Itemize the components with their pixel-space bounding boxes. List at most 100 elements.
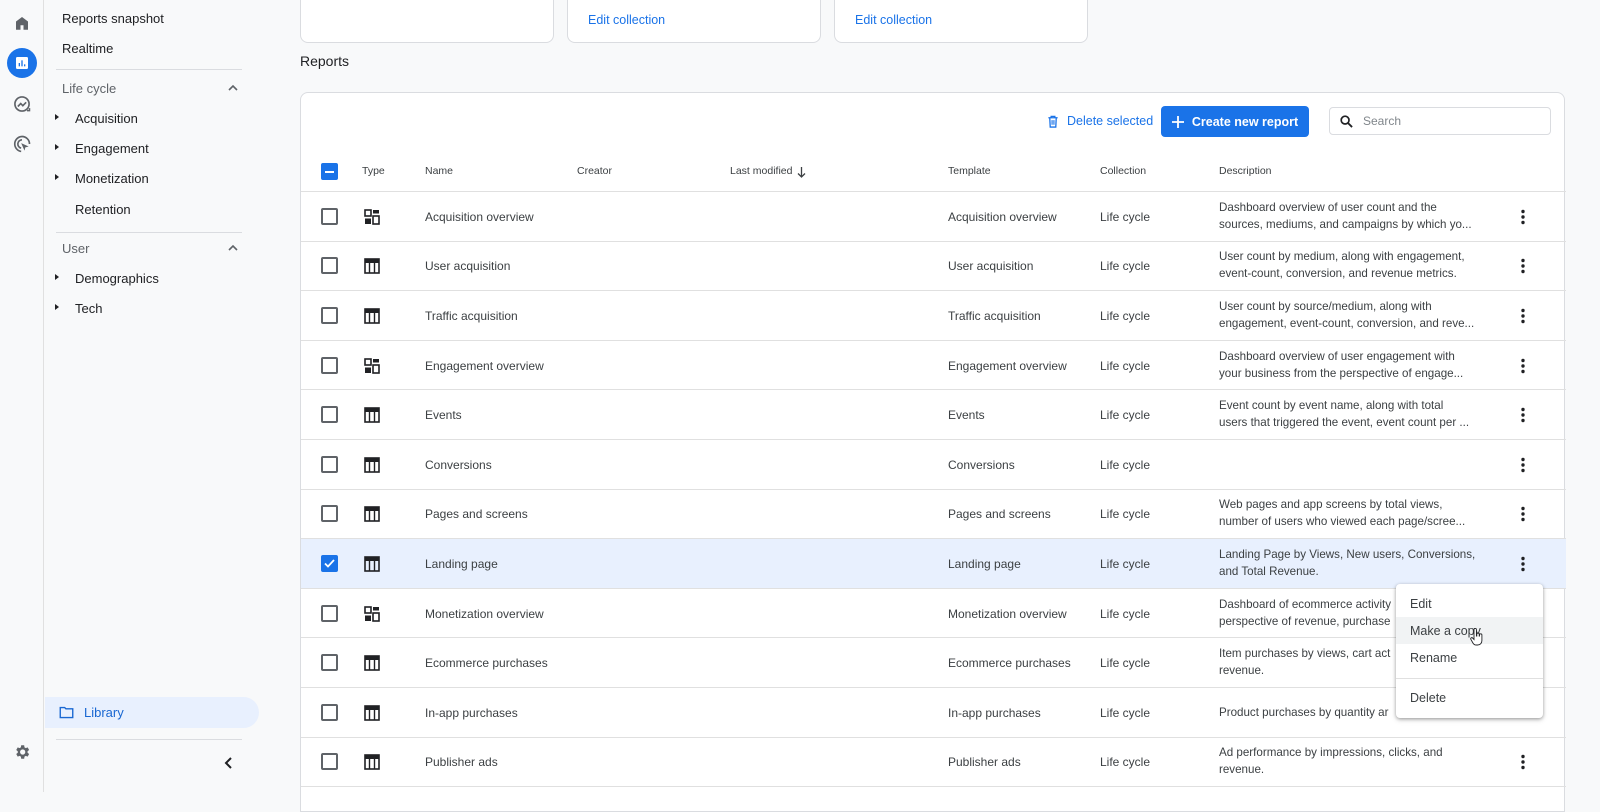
- collection-card[interactable]: [300, 0, 554, 43]
- nav-section-life-cycle[interactable]: Life cycle: [62, 81, 116, 96]
- nav-demographics[interactable]: Demographics: [75, 271, 159, 286]
- explore-icon[interactable]: [7, 89, 37, 119]
- column-collection[interactable]: Collection: [1100, 165, 1146, 177]
- column-type[interactable]: Type: [362, 165, 385, 177]
- select-all-checkbox[interactable]: [321, 163, 338, 180]
- description-line: your business from the perspective of en…: [1219, 366, 1464, 380]
- search-input[interactable]: [1363, 114, 1533, 128]
- description-line: sources, mediums, and campaigns by which…: [1219, 217, 1472, 231]
- report-name[interactable]: Ecommerce purchases: [425, 656, 548, 670]
- table-row[interactable]: Traffic acquisition Traffic acquisition Li…: [301, 291, 1566, 341]
- nav-library[interactable]: Library: [45, 697, 259, 728]
- report-name[interactable]: Publisher ads: [425, 755, 498, 769]
- nav-reports-snapshot[interactable]: Reports snapshot: [62, 11, 164, 26]
- row-context-menu: Edit Make a copy Rename Delete: [1396, 584, 1543, 718]
- expand-triangle-icon[interactable]: [55, 304, 59, 310]
- table-row[interactable]: Publisher ads Publisher ads Life cycle Ad p…: [301, 738, 1566, 788]
- nav-retention[interactable]: Retention: [75, 202, 131, 217]
- report-name[interactable]: Landing page: [425, 557, 498, 571]
- row-checkbox[interactable]: [321, 604, 338, 622]
- nav-realtime[interactable]: Realtime: [62, 41, 113, 56]
- table-row[interactable]: Conversions Conversions Life cycle: [301, 440, 1566, 490]
- report-name[interactable]: Conversions: [425, 458, 492, 472]
- menu-item-delete[interactable]: Delete: [1396, 684, 1543, 711]
- column-template[interactable]: Template: [948, 165, 991, 177]
- table-row[interactable]: Engagement overview Engagement overview Li…: [301, 341, 1566, 391]
- chevron-up-icon[interactable]: [227, 242, 239, 254]
- table-row[interactable]: Monetization overview Monetization overvi…: [301, 589, 1566, 639]
- more-vert-icon[interactable]: [1521, 407, 1525, 423]
- nav-engagement[interactable]: Engagement: [75, 141, 149, 156]
- advertising-icon[interactable]: [7, 129, 37, 159]
- menu-item-rename[interactable]: Rename: [1396, 644, 1543, 671]
- row-checkbox[interactable]: [321, 406, 338, 424]
- icon-rail: [0, 0, 44, 792]
- expand-triangle-icon[interactable]: [55, 174, 59, 180]
- row-checkbox[interactable]: [321, 753, 338, 771]
- report-collection: Life cycle: [1100, 408, 1151, 423]
- row-checkbox[interactable]: [321, 306, 338, 324]
- report-name[interactable]: Pages and screens: [425, 507, 528, 521]
- delete-selected-button[interactable]: Delete selected: [1047, 114, 1153, 128]
- nav-monetization[interactable]: Monetization: [75, 171, 149, 186]
- collection-card[interactable]: Edit collection: [834, 0, 1088, 43]
- row-checkbox[interactable]: [321, 654, 338, 672]
- nav-section-user[interactable]: User: [62, 241, 89, 256]
- report-collection: Life cycle: [1100, 606, 1151, 621]
- more-vert-icon[interactable]: [1521, 358, 1525, 374]
- table-row[interactable]: User acquisition User acquisition Life cyc…: [301, 242, 1566, 292]
- edit-collection-link[interactable]: Edit collection: [855, 13, 932, 27]
- more-vert-icon[interactable]: [1521, 556, 1525, 572]
- more-vert-icon[interactable]: [1521, 506, 1525, 522]
- more-vert-icon[interactable]: [1521, 457, 1525, 473]
- overview-report-icon: [364, 357, 380, 374]
- row-checkbox[interactable]: [321, 554, 338, 572]
- expand-triangle-icon[interactable]: [55, 114, 59, 120]
- home-icon[interactable]: [7, 8, 37, 38]
- report-description: Landing Page by Views, New users, Conver…: [1219, 546, 1491, 580]
- report-name[interactable]: Monetization overview: [425, 607, 544, 621]
- more-vert-icon[interactable]: [1521, 209, 1525, 225]
- column-name[interactable]: Name: [425, 165, 453, 177]
- report-name[interactable]: Events: [425, 408, 462, 422]
- gear-icon[interactable]: [7, 737, 37, 767]
- row-checkbox[interactable]: [321, 455, 338, 473]
- more-vert-icon[interactable]: [1521, 258, 1525, 274]
- expand-triangle-icon[interactable]: [55, 144, 59, 150]
- expand-triangle-icon[interactable]: [55, 274, 59, 280]
- menu-item-edit[interactable]: Edit: [1396, 590, 1543, 617]
- more-vert-icon[interactable]: [1521, 308, 1525, 324]
- column-last-modified[interactable]: Last modified: [730, 165, 792, 177]
- report-name[interactable]: In-app purchases: [425, 706, 518, 720]
- edit-collection-link[interactable]: Edit collection: [588, 13, 665, 27]
- collection-card[interactable]: Edit collection: [567, 0, 821, 43]
- table-row[interactable]: In-app purchases In-app purchases Life cyc…: [301, 688, 1566, 738]
- table-row[interactable]: Acquisition overview Acquisition overview…: [301, 192, 1566, 242]
- detail-report-icon: [364, 655, 380, 671]
- nav-acquisition[interactable]: Acquisition: [75, 111, 138, 126]
- report-name[interactable]: User acquisition: [425, 259, 510, 273]
- table-row[interactable]: Events Events Life cycle Event count by eve…: [301, 390, 1566, 440]
- table-row[interactable]: Pages and screens Pages and screens Life c…: [301, 490, 1566, 540]
- chevron-up-icon[interactable]: [227, 82, 239, 94]
- sort-descending-arrow-icon[interactable]: [797, 167, 806, 178]
- row-checkbox[interactable]: [321, 356, 338, 374]
- row-checkbox[interactable]: [321, 505, 338, 523]
- row-checkbox[interactable]: [321, 703, 338, 721]
- column-description[interactable]: Description: [1219, 165, 1272, 177]
- create-new-report-button[interactable]: Create new report: [1161, 106, 1309, 137]
- more-vert-icon[interactable]: [1521, 754, 1525, 770]
- reports-icon[interactable]: [7, 48, 37, 78]
- table-row[interactable]: Landing page Landing page Life cycle Landin…: [301, 539, 1566, 589]
- table-row[interactable]: Ecommerce purchases Ecommerce purchases Li…: [301, 638, 1566, 688]
- search-box[interactable]: [1329, 107, 1551, 135]
- overview-report-icon: [364, 208, 380, 225]
- row-checkbox[interactable]: [321, 257, 338, 275]
- column-creator[interactable]: Creator: [577, 165, 612, 177]
- chevron-left-icon[interactable]: [223, 756, 235, 770]
- nav-tech[interactable]: Tech: [75, 301, 102, 316]
- report-name[interactable]: Engagement overview: [425, 359, 544, 373]
- report-name[interactable]: Traffic acquisition: [425, 309, 518, 323]
- report-name[interactable]: Acquisition overview: [425, 210, 534, 224]
- row-checkbox[interactable]: [321, 207, 338, 225]
